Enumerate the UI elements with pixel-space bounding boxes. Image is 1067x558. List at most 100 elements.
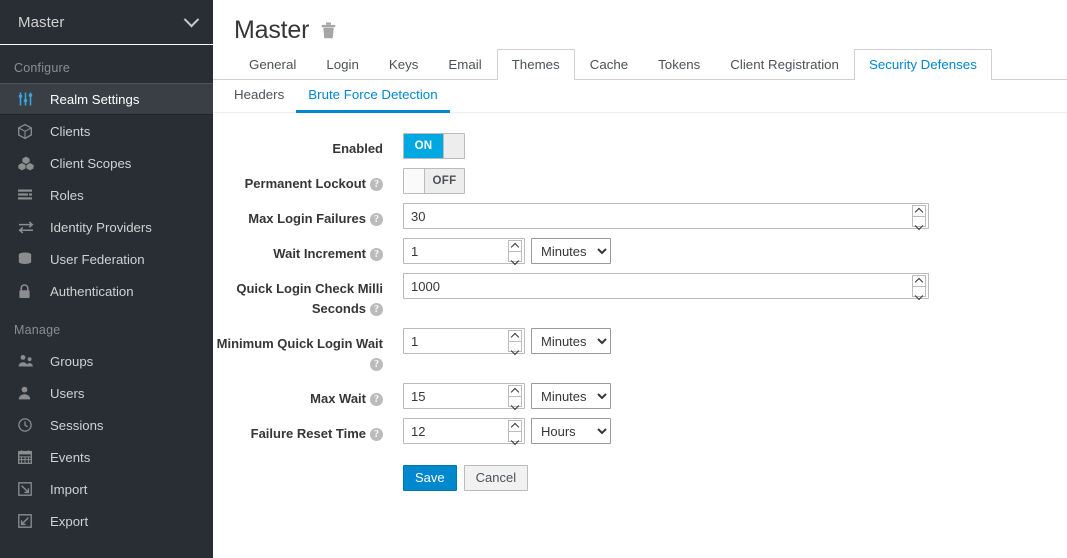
label-minimum-quick-login-wait: Minimum Quick Login Wait? [213,328,393,374]
failure-reset-time-stepper[interactable] [508,420,522,442]
stepper-down-icon[interactable] [508,251,522,262]
label-minimum-quick-login-wait-text: Minimum Quick Login Wait [216,336,383,351]
stepper-up-icon[interactable] [912,275,926,286]
list-icon [18,187,40,203]
help-icon[interactable]: ? [370,178,383,191]
cancel-button[interactable]: Cancel [463,465,529,491]
tab-themes[interactable]: Themes [496,49,575,81]
sidebar-item-label: Roles [50,187,84,203]
import-arrow-icon [18,481,40,497]
tab-keys[interactable]: Keys [374,49,434,80]
quick-login-check-stepper[interactable] [912,275,926,297]
max-wait-stepper[interactable] [508,385,522,407]
toggle-on-label: ON [404,134,443,158]
control-minimum-quick-login-wait: Minutes [393,328,611,354]
toggle-handle [443,134,464,158]
field-row-max-wait: Max Wait? Minutes [213,383,1067,409]
sidebar-item-client-scopes[interactable]: Client Scopes [0,147,213,179]
cube-icon [18,123,40,139]
label-wait-increment-text: Wait Increment [273,246,366,261]
sidebar-item-authentication[interactable]: Authentication [0,275,213,307]
stepper-up-icon[interactable] [508,240,522,251]
stepper-up-icon[interactable] [508,420,522,431]
stepper-up-icon[interactable] [508,385,522,396]
input-wrap [403,383,525,409]
max-login-failures-input[interactable] [403,203,929,229]
label-max-wait: Max Wait? [213,383,393,409]
help-icon[interactable]: ? [370,213,383,226]
stepper-down-icon[interactable] [508,431,522,442]
control-failure-reset-time: Hours [393,418,611,444]
trash-icon[interactable] [321,22,336,39]
label-enabled-text: Enabled [332,141,383,156]
sidebar-item-clients[interactable]: Clients [0,115,213,147]
failure-reset-time-input[interactable] [403,418,525,444]
main-content: Master General Login Keys Email Themes C… [213,0,1067,558]
label-failure-reset-time: Failure Reset Time? [213,418,393,444]
label-wait-increment: Wait Increment? [213,238,393,264]
subtab-brute-force-detection[interactable]: Brute Force Detection [296,87,450,113]
tab-tokens[interactable]: Tokens [643,49,715,80]
failure-reset-time-unit-select[interactable]: Hours [531,418,611,444]
sidebar-item-sessions[interactable]: Sessions [0,409,213,441]
clock-icon [18,417,40,433]
field-row-permanent-lockout: Permanent Lockout? OFF [213,168,1067,194]
sidebar-item-events[interactable]: Events [0,441,213,473]
help-icon[interactable]: ? [370,428,383,441]
sidebar-item-user-federation[interactable]: User Federation [0,243,213,275]
minimum-quick-login-wait-input[interactable] [403,328,525,354]
wait-increment-unit-select[interactable]: Minutes [531,238,611,264]
users-group-icon [18,353,40,369]
toggle-permanent-lockout[interactable]: OFF [403,168,465,194]
max-wait-input[interactable] [403,383,525,409]
help-icon[interactable]: ? [370,393,383,406]
tab-cache[interactable]: Cache [575,49,643,80]
tab-email[interactable]: Email [433,49,496,80]
max-login-failures-stepper[interactable] [912,205,926,227]
sidebar-item-users[interactable]: Users [0,377,213,409]
label-quick-login-check-text: Quick Login Check Milli Seconds [236,281,383,316]
tab-security-defenses[interactable]: Security Defenses [853,49,992,81]
help-icon[interactable]: ? [370,303,383,316]
realm-selector[interactable]: Master [0,0,213,45]
help-icon[interactable]: ? [370,358,383,371]
stepper-up-icon[interactable] [508,330,522,341]
subtab-headers[interactable]: Headers [234,87,296,113]
control-max-wait: Minutes [393,383,611,409]
sidebar-item-identity-providers[interactable]: Identity Providers [0,211,213,243]
sidebar-item-import[interactable]: Import [0,473,213,505]
wait-increment-stepper[interactable] [508,240,522,262]
sidebar-item-label: Realm Settings [50,91,140,107]
stepper-up-icon[interactable] [912,205,926,216]
toggle-enabled[interactable]: ON [403,133,465,159]
tab-login[interactable]: Login [311,49,374,80]
realm-selector-label: Master [18,13,65,31]
control-quick-login-check [393,273,929,299]
stepper-down-icon[interactable] [912,286,926,297]
tab-client-registration[interactable]: Client Registration [715,49,854,80]
sidebar-item-label: User Federation [50,251,145,267]
max-wait-unit-select[interactable]: Minutes [531,383,611,409]
sidebar-item-label: Clients [50,123,91,139]
chevron-down-icon [183,11,200,27]
wait-increment-input[interactable] [403,238,525,264]
minimum-quick-login-wait-stepper[interactable] [508,330,522,352]
sidebar-item-realm-settings[interactable]: Realm Settings [0,83,213,115]
export-arrow-icon [18,513,40,529]
tab-general[interactable]: General [234,49,311,80]
label-permanent-lockout: Permanent Lockout? [213,168,393,194]
help-icon[interactable]: ? [370,248,383,261]
sidebar-item-roles[interactable]: Roles [0,179,213,211]
sub-tab-bar: Headers Brute Force Detection [213,80,1067,113]
minimum-quick-login-wait-unit-select[interactable]: Minutes [531,328,611,354]
control-wait-increment: Minutes [393,238,611,264]
quick-login-check-input[interactable] [403,273,929,299]
field-row-enabled: Enabled ON [213,133,1067,159]
sidebar-item-groups[interactable]: Groups [0,345,213,377]
label-max-login-failures-text: Max Login Failures [248,211,366,226]
stepper-down-icon[interactable] [912,216,926,227]
stepper-down-icon[interactable] [508,396,522,407]
stepper-down-icon[interactable] [508,341,522,352]
sidebar-item-export[interactable]: Export [0,505,213,537]
save-button[interactable]: Save [403,465,457,491]
